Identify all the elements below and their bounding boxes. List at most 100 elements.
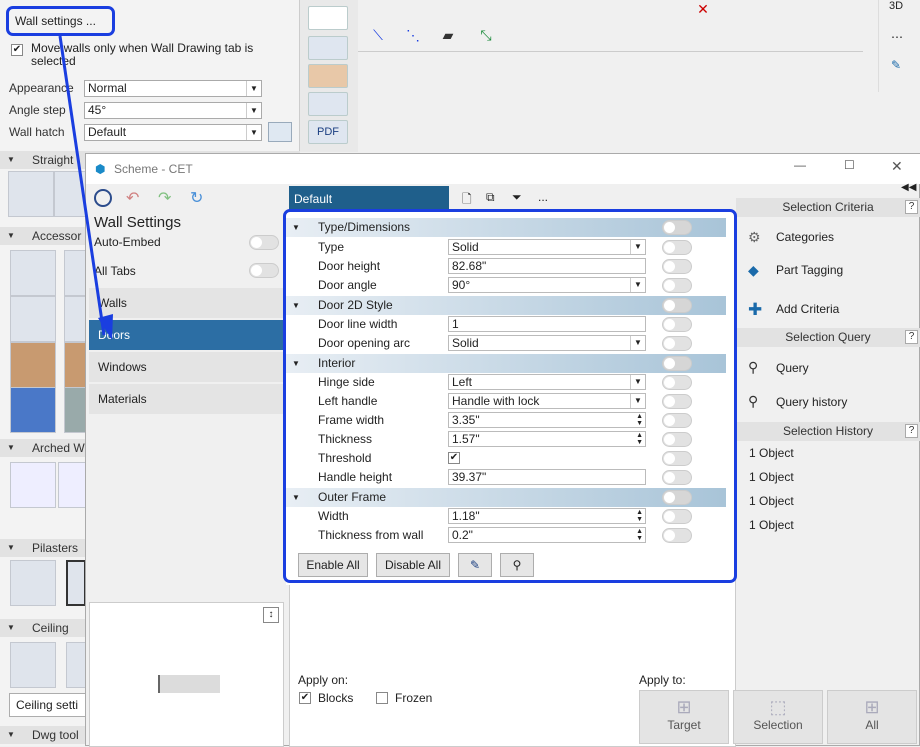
- collapse-triangle-icon: ▼: [7, 231, 15, 240]
- minimize-icon[interactable]: —: [794, 158, 806, 172]
- all-tabs-label: All Tabs: [94, 264, 136, 278]
- query-item[interactable]: Query: [776, 361, 809, 375]
- collapse-triangle-icon: ▼: [7, 155, 15, 164]
- dotted-icon[interactable]: ⋯: [891, 30, 903, 44]
- move-walls-label: Move walls only when Wall Drawing tab is…: [31, 41, 254, 68]
- door-thumb[interactable]: [64, 250, 86, 296]
- query-search-icon: ⚲: [748, 359, 759, 375]
- pilaster-thumb[interactable]: [10, 560, 56, 606]
- measure-icon[interactable]: [308, 92, 348, 116]
- copy-icon[interactable]: ⧉: [486, 190, 495, 205]
- help-icon[interactable]: ?: [905, 330, 918, 344]
- frozen-label: Frozen: [395, 691, 433, 705]
- shutter-thumb[interactable]: [10, 342, 56, 388]
- ceiling-thumb[interactable]: [10, 642, 56, 688]
- pdf-icon[interactable]: PDF: [308, 120, 348, 144]
- history-item[interactable]: 1 Object: [749, 518, 794, 532]
- pilaster-thumb[interactable]: [66, 560, 86, 606]
- collapse-triangle-icon: ▼: [7, 730, 15, 739]
- ruler-icon[interactable]: ▰: [438, 26, 458, 44]
- line-tool-icon[interactable]: ⟍: [368, 26, 388, 44]
- nav-windows[interactable]: Windows: [89, 352, 284, 382]
- categories-item[interactable]: Categories: [776, 230, 834, 244]
- resize-arrow-icon[interactable]: ⤡: [476, 26, 496, 44]
- nav-walls[interactable]: Walls: [89, 288, 284, 318]
- filter-icon[interactable]: ⏷: [512, 190, 522, 205]
- door-thumb[interactable]: [10, 250, 56, 296]
- close-icon[interactable]: ✕: [891, 158, 903, 175]
- auto-embed-label: Auto-Embed: [94, 235, 161, 249]
- add-criteria-item[interactable]: Add Criteria: [776, 302, 839, 316]
- wall-hatch-select[interactable]: Default ▼: [84, 124, 262, 141]
- ceiling-thumb[interactable]: [66, 642, 86, 688]
- materials-icon[interactable]: [308, 64, 348, 88]
- redo-icon[interactable]: ↷: [158, 188, 171, 208]
- ceiling-settings-button[interactable]: Ceiling setti: [9, 693, 87, 717]
- panel-thumb[interactable]: [10, 296, 56, 342]
- shutter-thumb[interactable]: [64, 342, 86, 388]
- wall-hatch-label: Wall hatch: [9, 125, 65, 139]
- app-logo-icon: ⬢: [95, 162, 106, 176]
- maximize-icon[interactable]: ☐: [844, 158, 855, 172]
- wall-settings-heading: Wall Settings: [94, 214, 181, 231]
- selection-history-header: Selection History?: [736, 422, 920, 441]
- all-tabs-toggle[interactable]: [249, 263, 279, 278]
- target-button[interactable]: ⊞ Target: [639, 690, 729, 744]
- tab-toolbar: 🗋 ⧉ ⏷ ...: [456, 190, 566, 210]
- part-tagging-item[interactable]: Part Tagging: [776, 263, 843, 277]
- blocks-checkbox[interactable]: ✔: [299, 692, 311, 704]
- help-icon[interactable]: ?: [905, 424, 918, 438]
- arch-thumb[interactable]: [10, 462, 56, 508]
- collapse-icon[interactable]: ◀◀: [901, 182, 916, 193]
- collapse-triangle-icon: ▼: [7, 623, 15, 632]
- dotted-line-icon[interactable]: ⋱: [403, 26, 423, 44]
- wall-tool-icon[interactable]: [308, 6, 348, 30]
- nav-doors[interactable]: Doors: [89, 320, 284, 350]
- apply-to-label: Apply to:: [639, 673, 686, 687]
- help-icon[interactable]: ?: [905, 200, 918, 214]
- nav-materials[interactable]: Materials: [89, 384, 284, 414]
- grid-thumb[interactable]: [10, 387, 56, 433]
- apply-on-label: Apply on:: [298, 673, 349, 687]
- edit-icon[interactable]: ✎: [891, 58, 901, 72]
- 3d-thumb[interactable]: [64, 387, 86, 433]
- auto-embed-toggle[interactable]: [249, 235, 279, 250]
- chevron-down-icon: ▼: [246, 125, 261, 140]
- close-icon[interactable]: ✕: [693, 0, 713, 18]
- preview-pane: ↕: [89, 602, 284, 747]
- search-icon[interactable]: [94, 189, 112, 207]
- title-bar: ⬢ Scheme - CET — ☐ ✕: [86, 154, 920, 184]
- vertical-toolbar: PDF: [300, 0, 358, 152]
- add-icon: ✚: [748, 300, 763, 319]
- wall-hatch-value: Default: [88, 125, 127, 139]
- collapse-triangle-icon: ▼: [7, 443, 15, 452]
- query-history-item[interactable]: Query history: [776, 395, 847, 409]
- appearance-label: Appearance: [9, 81, 74, 95]
- hatch-edit-icon[interactable]: [268, 122, 292, 142]
- all-icon: ⊞: [864, 697, 880, 717]
- refresh-icon[interactable]: ↻: [190, 188, 203, 208]
- highlight-wall-settings: [6, 6, 115, 36]
- tag-icon: ◆: [748, 262, 759, 278]
- arch-thumb[interactable]: [58, 462, 86, 508]
- history-item[interactable]: 1 Object: [749, 494, 794, 508]
- resize-handle-icon[interactable]: ↕: [263, 607, 279, 623]
- panel-thumb[interactable]: [64, 296, 86, 342]
- undo-icon[interactable]: ↶: [126, 188, 139, 208]
- angle-step-select[interactable]: 45° ▼: [84, 102, 262, 119]
- wall-thumb[interactable]: [8, 171, 54, 217]
- history-item[interactable]: 1 Object: [749, 470, 794, 484]
- wall-thumb[interactable]: [54, 171, 86, 217]
- move-walls-checkbox[interactable]: ✔: [11, 44, 23, 56]
- appearance-select[interactable]: Normal ▼: [84, 80, 262, 97]
- view-3d-button[interactable]: 3D: [889, 0, 903, 12]
- frozen-checkbox[interactable]: [376, 692, 388, 704]
- all-button[interactable]: ⊞ All: [827, 690, 917, 744]
- selection-button[interactable]: ⬚ Selection: [733, 690, 823, 744]
- new-document-icon[interactable]: 🗋: [462, 190, 472, 211]
- target-icon: ⊞: [676, 697, 692, 717]
- blocks-label: Blocks: [318, 691, 354, 705]
- house-icon[interactable]: [308, 36, 348, 60]
- more-button[interactable]: ...: [538, 190, 548, 204]
- history-item[interactable]: 1 Object: [749, 446, 794, 460]
